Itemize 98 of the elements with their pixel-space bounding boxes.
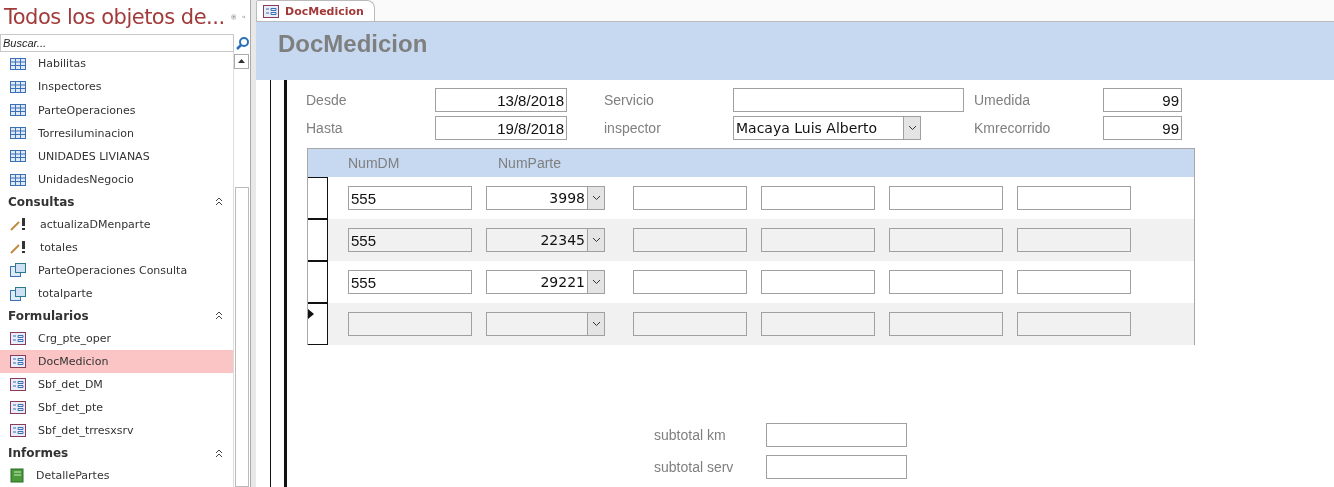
query-table-icon: [10, 286, 26, 301]
table-icon: [10, 80, 26, 93]
drop-down-chevron-icon: [591, 279, 601, 285]
navigation-item[interactable]: UnidadesNegocio: [0, 168, 233, 192]
navigation-item[interactable]: totalparte: [0, 282, 233, 306]
group-header[interactable]: Formularios: [8, 308, 89, 323]
text-field[interactable]: [766, 455, 907, 479]
drop-down-chevron-icon: [591, 321, 601, 327]
text-field[interactable]: [633, 186, 747, 210]
text-field[interactable]: [766, 423, 907, 447]
table-icon: [10, 150, 26, 163]
pencil-exclamation-icon: [10, 240, 28, 255]
search-icon[interactable]: [236, 36, 250, 50]
document-tab[interactable]: DocMedicion: [256, 0, 375, 21]
combo-box[interactable]: Macaya Luis Alberto: [733, 116, 921, 140]
row-selector[interactable]: [308, 303, 328, 345]
text-field[interactable]: 13/8/2018: [435, 88, 567, 112]
text-field[interactable]: 555: [348, 270, 472, 294]
text-field[interactable]: 19/8/2018: [435, 116, 567, 140]
combo-box[interactable]: 22345: [486, 228, 605, 252]
column-header: NumParte: [498, 155, 563, 171]
scroll-bar[interactable]: [233, 52, 250, 487]
navigation-item[interactable]: Sbf_det_trresxsrv: [0, 419, 233, 443]
field-label: Umedida: [974, 92, 1032, 108]
navigation-item[interactable]: actualizaDMenparte: [0, 212, 233, 236]
drop-down-chevron-icon: [591, 237, 601, 243]
table-icon: [10, 104, 26, 116]
form-title: DocMedicion: [278, 30, 429, 58]
text-field[interactable]: [889, 270, 1003, 294]
text-field[interactable]: [761, 270, 875, 294]
form-icon: [10, 424, 26, 438]
navigation-item[interactable]: Habilitas: [0, 52, 233, 76]
form-icon: [10, 331, 26, 345]
column-header: NumDM: [348, 155, 401, 171]
navigation-item[interactable]: ParteOperaciones Consulta: [0, 258, 233, 283]
text-field[interactable]: [633, 228, 747, 252]
group-header[interactable]: Consultas: [8, 194, 75, 209]
navigation-item[interactable]: DocMedicion: [0, 349, 233, 373]
report-icon: [10, 467, 24, 483]
navigation-item[interactable]: Sbf_det_DM: [0, 372, 233, 397]
form-icon: [263, 4, 279, 18]
navigation-item[interactable]: Sbf_det_pte: [0, 396, 233, 420]
field-label: Hasta: [306, 120, 344, 136]
drop-down-chevron-icon: [907, 125, 917, 131]
text-field[interactable]: [889, 186, 1003, 210]
text-field[interactable]: [633, 312, 747, 336]
group-header[interactable]: Informes: [8, 446, 69, 461]
row-selector[interactable]: [308, 261, 328, 303]
navigation-item[interactable]: Torresiluminacion: [0, 121, 233, 145]
navigation-item[interactable]: Inspectores: [0, 75, 233, 99]
text-field[interactable]: [761, 228, 875, 252]
drop-down-chevron-icon: [591, 195, 601, 201]
text-field[interactable]: [348, 312, 472, 336]
form-icon: [10, 378, 26, 392]
scroll-thumb[interactable]: [235, 187, 249, 487]
navigation-item[interactable]: Crg_pte_oper: [0, 326, 233, 350]
text-field[interactable]: [1017, 186, 1131, 210]
text-field[interactable]: 99: [1103, 88, 1182, 112]
query-table-icon: [10, 263, 26, 278]
field-label: Servicio: [604, 92, 655, 108]
field-label: subtotal km: [654, 427, 727, 443]
text-field[interactable]: [889, 312, 1003, 336]
field-label: Desde: [306, 92, 348, 108]
combo-box[interactable]: 29221: [486, 270, 605, 294]
text-field[interactable]: [889, 228, 1003, 252]
navigation-item[interactable]: ParteOperaciones: [0, 98, 233, 122]
pencil-exclamation-icon: [10, 217, 28, 232]
combo-box[interactable]: 3998: [486, 186, 605, 210]
record-selector[interactable]: [270, 80, 287, 487]
collapse-chevron-icon[interactable]: [215, 311, 223, 321]
form-icon: [10, 401, 26, 415]
text-field[interactable]: [761, 186, 875, 210]
table-icon: [10, 127, 26, 140]
field-label: inspector: [604, 120, 662, 136]
text-field[interactable]: [1017, 228, 1131, 252]
text-field[interactable]: [761, 312, 875, 336]
text-field[interactable]: 99: [1103, 116, 1182, 140]
row-selector[interactable]: [308, 177, 328, 219]
text-field[interactable]: [1017, 312, 1131, 336]
collapse-chevron-icon[interactable]: [215, 197, 223, 207]
row-selector[interactable]: [308, 219, 328, 261]
navigation-pane-title: Todos los objetos de...: [4, 5, 225, 29]
field-label: Kmrecorrido: [974, 120, 1052, 136]
text-field[interactable]: [1017, 270, 1131, 294]
search-field[interactable]: Buscar...: [0, 34, 234, 52]
field-label: subtotal serv: [654, 459, 735, 475]
navigation-item[interactable]: totales: [0, 235, 233, 259]
text-field[interactable]: [733, 88, 964, 112]
navigation-item[interactable]: UNIDADES LIVIANAS: [0, 144, 233, 168]
text-field[interactable]: 555: [348, 186, 472, 210]
form-icon: [10, 354, 26, 368]
text-field[interactable]: [633, 270, 747, 294]
combo-box[interactable]: [486, 312, 605, 336]
table-icon: [10, 57, 26, 70]
navigation-item[interactable]: DetallePartes: [0, 463, 233, 487]
collapse-chevron-icon[interactable]: [215, 448, 223, 458]
table-icon: [10, 173, 26, 186]
text-field[interactable]: 555: [348, 228, 472, 252]
